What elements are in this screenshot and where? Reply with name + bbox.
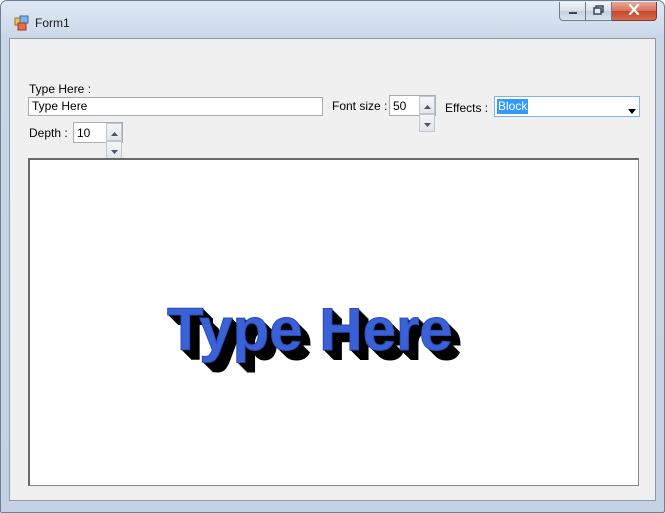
window-title: Form1 — [35, 16, 70, 30]
dropdown-arrow-icon[interactable] — [628, 103, 636, 118]
depth-up-button[interactable] — [106, 123, 122, 141]
minimize-button[interactable] — [559, 2, 586, 21]
effects-selected-value: Block — [497, 99, 529, 114]
font-size-down-button[interactable] — [419, 114, 435, 132]
effects-label: Effects : — [445, 101, 489, 115]
maximize-icon — [593, 4, 604, 18]
font-size-stepper[interactable]: 50 — [389, 95, 436, 132]
close-button[interactable] — [612, 2, 657, 21]
font-size-up-button[interactable] — [419, 96, 435, 114]
preview-canvas: Type Here Type Here Type Here Type Here Type… — [30, 160, 637, 484]
preview-text: Type Here — [167, 296, 453, 363]
depth-label: Depth : — [29, 126, 68, 140]
spin-down-icon — [423, 115, 431, 131]
depth-down-button[interactable] — [106, 141, 122, 159]
close-icon — [628, 3, 640, 18]
caption-buttons — [559, 2, 657, 21]
font-size-label: Font size : — [332, 99, 388, 113]
text-input-label: Type Here : — [29, 82, 92, 96]
spin-down-icon — [110, 142, 118, 158]
main-window: Form1 Type Here: Type Here Font size: … — [0, 0, 665, 513]
text-input[interactable]: Type Here — [28, 97, 323, 116]
maximize-button[interactable] — [586, 2, 612, 21]
preview-svg: Type HereType HereType HereType HereType… — [167, 296, 463, 374]
app-form-icon — [14, 15, 30, 31]
font-size-value: 50 — [393, 99, 407, 113]
title-bar[interactable]: Form1 — [1, 1, 664, 38]
form-client-area: Type Here : Type Here Font size : 50 Eff… — [9, 38, 656, 501]
depth-stepper[interactable]: 10 — [73, 122, 123, 159]
font-size-spinner — [419, 96, 435, 132]
preview-panel: Type Here Type Here Type Here Type Here Type… — [28, 158, 639, 486]
spin-up-icon — [423, 97, 431, 113]
depth-value: 10 — [77, 126, 91, 140]
effects-select[interactable]: Block — [494, 96, 640, 117]
depth-spinner — [106, 123, 122, 159]
minimize-icon — [568, 4, 578, 18]
spin-up-icon — [110, 124, 118, 140]
